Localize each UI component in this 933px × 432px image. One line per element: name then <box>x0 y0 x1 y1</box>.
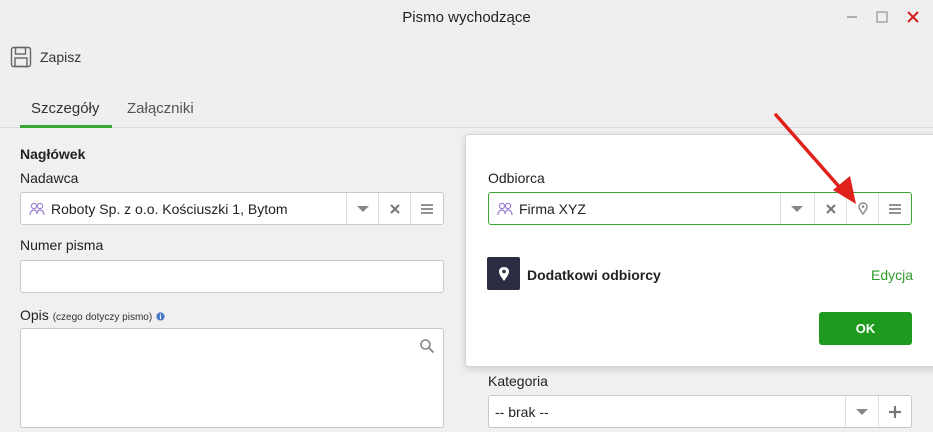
description-label: Opis <box>20 307 49 323</box>
recipient-clear-button[interactable] <box>814 193 846 224</box>
info-icon <box>156 312 165 321</box>
sender-value: Roboty Sp. z o.o. Kościuszki 1, Bytom <box>51 201 288 217</box>
toolbar: Zapisz <box>0 34 933 84</box>
number-input[interactable] <box>20 260 444 293</box>
window-title: Pismo wychodzące <box>402 9 531 26</box>
tab-details[interactable]: Szczegóły <box>31 100 99 117</box>
additional-recipients-badge <box>487 257 520 290</box>
save-button[interactable]: Zapisz <box>10 44 81 70</box>
description-textarea[interactable] <box>20 328 444 428</box>
search-icon[interactable] <box>419 338 435 354</box>
title-bar: Pismo wychodzące <box>0 0 933 34</box>
category-add-button[interactable] <box>878 396 910 427</box>
people-icon <box>29 202 45 216</box>
close-button[interactable] <box>902 6 924 28</box>
sender-label: Nadawca <box>20 170 79 186</box>
recipient-location-button[interactable] <box>846 193 878 224</box>
close-icon <box>907 11 919 23</box>
category-select[interactable]: -- brak -- <box>488 395 912 428</box>
tab-bar: Szczegóły Załączniki <box>0 84 933 128</box>
maximize-icon <box>876 11 888 23</box>
category-value: -- brak -- <box>495 404 549 420</box>
chevron-down-icon <box>855 408 868 415</box>
category-dropdown-button[interactable] <box>845 396 877 427</box>
additional-recipients-label: Dodatkowi odbiorcy <box>527 267 661 283</box>
minimize-button[interactable] <box>841 6 863 28</box>
chevron-down-icon <box>790 205 803 212</box>
menu-icon <box>420 203 433 214</box>
save-label: Zapisz <box>40 49 82 65</box>
location-pin-icon <box>857 202 868 215</box>
maximize-button[interactable] <box>871 6 893 28</box>
description-hint: (czego dotyczy pismo) <box>52 312 153 323</box>
minimize-icon <box>847 16 857 18</box>
recipient-value: Firma XYZ <box>519 201 586 217</box>
section-header-label: Nagłówek <box>20 146 86 162</box>
clear-icon <box>389 203 400 214</box>
ok-button[interactable]: OK <box>819 312 912 345</box>
chevron-down-icon <box>356 205 369 212</box>
plus-icon <box>888 405 901 418</box>
tab-attachments[interactable]: Załączniki <box>127 100 194 117</box>
category-label: Kategoria <box>488 373 548 389</box>
clear-icon <box>825 203 836 214</box>
menu-icon <box>888 203 901 214</box>
recipient-dropdown-button[interactable] <box>780 193 812 224</box>
recipient-field[interactable]: Firma XYZ <box>488 192 912 225</box>
save-icon <box>10 46 32 68</box>
recipient-label: Odbiorca <box>488 170 545 186</box>
location-pin-icon <box>498 266 509 281</box>
edit-link[interactable]: Edycja <box>871 267 913 283</box>
sender-clear-button[interactable] <box>378 193 410 224</box>
recipient-menu-button[interactable] <box>878 193 910 224</box>
people-icon <box>497 202 513 216</box>
sender-field[interactable]: Roboty Sp. z o.o. Kościuszki 1, Bytom <box>20 192 444 225</box>
sender-menu-button[interactable] <box>410 193 442 224</box>
number-label: Numer pisma <box>20 237 104 253</box>
description-label-row: Opis (czego dotyczy pismo) <box>20 307 165 323</box>
sender-dropdown-button[interactable] <box>346 193 378 224</box>
